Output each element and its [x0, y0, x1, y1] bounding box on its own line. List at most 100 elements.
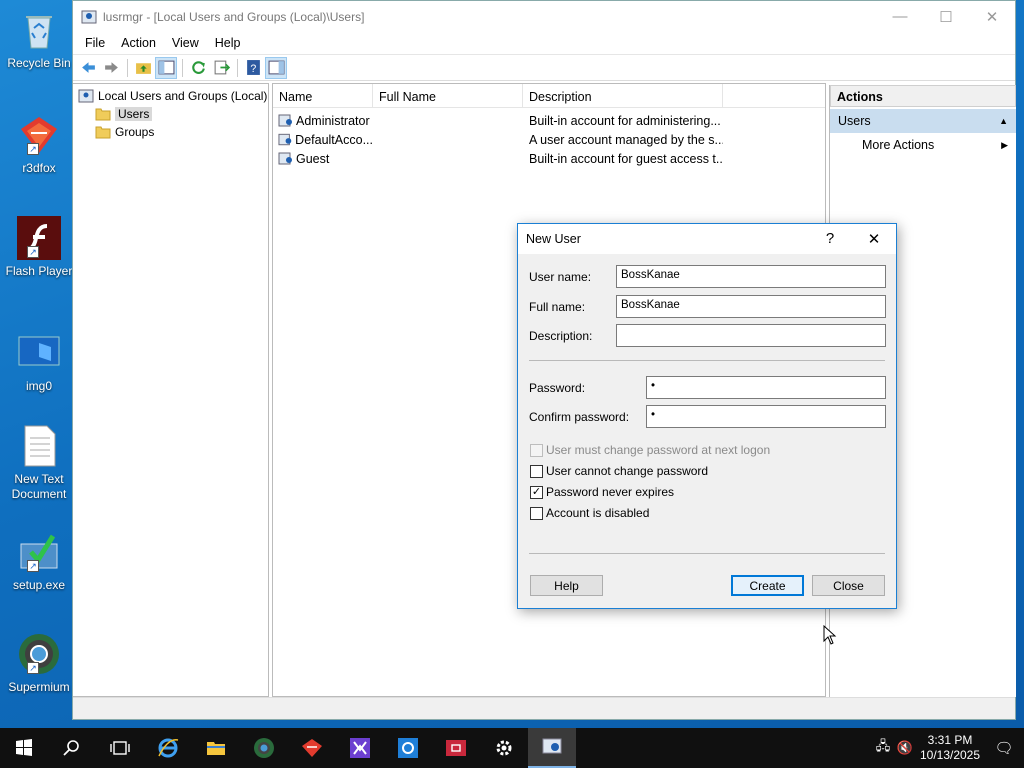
fullname-input[interactable]: BossKanae	[616, 295, 886, 318]
search-button[interactable]	[48, 728, 96, 768]
close-button[interactable]: Close	[812, 575, 885, 596]
desktop-icon-supermium[interactable]: ↗ Supermium	[4, 632, 74, 695]
flash-player-icon: ↗	[17, 216, 61, 260]
supermium-icon: ↗	[17, 632, 61, 676]
create-button[interactable]: Create	[731, 575, 804, 596]
taskbar-app-blue[interactable]	[384, 728, 432, 768]
menu-help[interactable]: Help	[207, 36, 249, 50]
user-account-icon	[278, 114, 292, 126]
taskbar-app-purple[interactable]	[336, 728, 384, 768]
tree-item-label: Groups	[115, 125, 155, 139]
toolbar-separator	[237, 58, 238, 77]
search-icon	[63, 740, 79, 756]
task-view-button[interactable]	[96, 728, 144, 768]
back-button[interactable]	[77, 57, 99, 79]
description-input[interactable]	[616, 324, 886, 347]
clock-date: 10/13/2025	[919, 748, 981, 762]
table-row[interactable]: DefaultAcco... A user account managed by…	[273, 130, 825, 149]
volume-muted-icon[interactable]: 🔇	[894, 740, 916, 756]
fullname-label: Full name:	[529, 300, 586, 314]
taskbar-lusrmgr[interactable]	[528, 728, 576, 768]
tree-root-local-users-and-groups[interactable]: Local Users and Groups (Local)	[73, 87, 268, 105]
desktop-icon-recycle-bin[interactable]: Recycle Bin	[4, 8, 74, 71]
confirm-password-label: Confirm password:	[529, 410, 630, 424]
tree-item-groups[interactable]: Groups	[73, 123, 268, 141]
folder-icon	[95, 126, 111, 139]
svg-text:?: ?	[250, 63, 256, 75]
menu-view[interactable]: View	[164, 36, 207, 50]
export-list-icon	[214, 60, 230, 75]
user-name-cell: Administrator	[296, 113, 370, 128]
actions-group-users[interactable]: Users ▲	[830, 109, 1016, 133]
taskbar-app-red[interactable]	[432, 728, 480, 768]
confirm-password-input[interactable]: •	[646, 405, 886, 428]
dialog-title: New User	[526, 232, 581, 246]
desktop-icon-r3dfox[interactable]: ↗ r3dfox	[4, 113, 74, 176]
dialog-help-button[interactable]: ?	[808, 230, 852, 248]
folder-icon	[95, 108, 111, 121]
console-tree-icon	[158, 60, 174, 75]
must-change-password-checkbox[interactable]: User must change password at next logon	[530, 442, 770, 458]
checkbox-label: Account is disabled	[546, 506, 650, 520]
r3dfox-icon	[302, 739, 322, 757]
taskbar-r3dfox[interactable]	[288, 728, 336, 768]
tree-root-label: Local Users and Groups (Local)	[98, 89, 268, 103]
up-level-button[interactable]	[132, 57, 154, 79]
desktop-icon-label: r3dfox	[22, 161, 56, 175]
checkbox-box	[530, 464, 543, 478]
show-hide-action-pane-button[interactable]	[265, 56, 287, 79]
password-label: Password:	[529, 381, 586, 395]
menu-action[interactable]: Action	[113, 36, 164, 50]
column-header-full-name[interactable]: Full Name	[373, 84, 523, 107]
cannot-change-password-checkbox[interactable]: User cannot change password	[530, 463, 708, 479]
description-cell: Built-in account for administering...	[529, 113, 721, 128]
dialog-separator	[529, 360, 885, 361]
taskbar-supermium[interactable]	[240, 728, 288, 768]
more-actions-item[interactable]: More Actions ▶	[830, 133, 1016, 157]
console-tree: Local Users and Groups (Local) Users Gro…	[73, 83, 269, 697]
column-header-description[interactable]: Description	[523, 84, 723, 107]
password-row: Password:	[529, 376, 585, 400]
password-input[interactable]: •	[646, 376, 886, 399]
dialog-titlebar[interactable]: New User ? ✕	[518, 224, 896, 254]
refresh-button[interactable]	[187, 57, 209, 79]
desktop-icon-setup-exe[interactable]: ↗ setup.exe	[4, 530, 74, 593]
start-button[interactable]	[0, 728, 48, 768]
network-icon[interactable]: 🖧	[872, 737, 894, 759]
taskbar-edge[interactable]	[144, 728, 192, 768]
export-list-button[interactable]	[210, 57, 232, 79]
table-row[interactable]: Administrator Built-in account for admin…	[273, 111, 825, 130]
close-window-button[interactable]: ✕	[969, 1, 1015, 32]
desktop-icon-img0[interactable]: img0	[4, 331, 74, 394]
desktop-icon-new-text-document[interactable]: New Text Document	[4, 424, 74, 502]
submenu-arrow-icon: ▶	[1001, 139, 1008, 150]
account-disabled-checkbox[interactable]: Account is disabled	[530, 505, 649, 521]
collapse-triangle-icon: ▲	[999, 116, 1008, 126]
password-never-expires-checkbox[interactable]: ✓ Password never expires	[530, 484, 674, 500]
desktop-icon-flash-player[interactable]: ↗ Flash Player	[4, 216, 74, 279]
windows-logo-icon	[16, 739, 32, 756]
taskbar-file-explorer[interactable]	[192, 728, 240, 768]
notifications-icon[interactable]: 🗨	[984, 739, 1024, 757]
help-dialog-button[interactable]: Help	[530, 575, 603, 596]
desktop-icon-label: img0	[25, 379, 52, 393]
clock[interactable]: 3:31 PM 10/13/2025	[916, 733, 984, 763]
forward-button[interactable]	[100, 57, 122, 79]
dialog-close-button[interactable]: ✕	[852, 230, 896, 248]
maximize-button[interactable]: ☐	[923, 1, 969, 32]
tree-item-users[interactable]: Users	[73, 105, 268, 123]
minimize-button[interactable]: —	[877, 1, 923, 32]
computer-management-icon	[81, 10, 97, 23]
refresh-icon	[191, 61, 205, 74]
help-button[interactable]: ?	[242, 57, 264, 79]
window-titlebar[interactable]: lusrmgr - [Local Users and Groups (Local…	[73, 1, 1015, 32]
taskbar-settings[interactable]	[480, 728, 528, 768]
column-header-name[interactable]: Name	[273, 84, 373, 107]
menu-file[interactable]: File	[77, 36, 113, 50]
show-hide-tree-button[interactable]	[155, 56, 177, 79]
checkbox-box	[530, 443, 543, 457]
desktop-icon-label: setup.exe	[12, 578, 66, 592]
username-input[interactable]: BossKanae	[616, 265, 886, 288]
more-actions-label: More Actions	[862, 138, 935, 152]
table-row[interactable]: Guest Built-in account for guest access …	[273, 149, 825, 168]
